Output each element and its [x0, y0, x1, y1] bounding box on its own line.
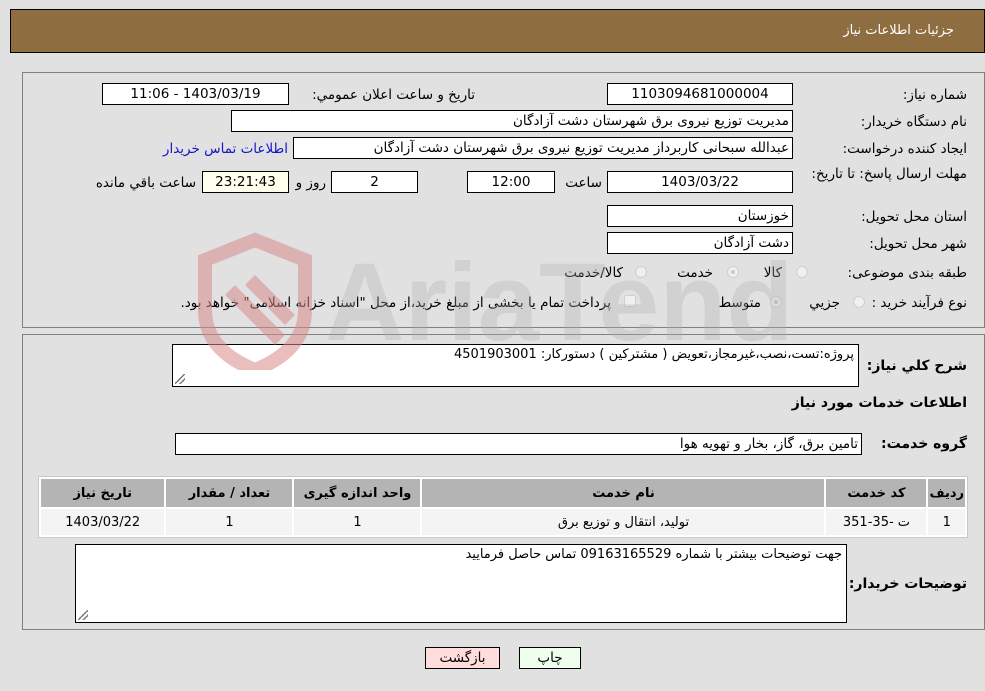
col-service-code: كد خدمت [826, 479, 927, 507]
back-button[interactable]: بازگشت [425, 647, 500, 669]
buyer-org-field: مديريت توزيع نيروی برق شهرستان دشت آزادگ… [231, 110, 793, 132]
creator-label: ايجاد کننده درخواست: [842, 141, 967, 157]
province-label: استان محل تحويل: [861, 209, 967, 225]
process-option-medium: متوسط [718, 295, 761, 311]
buyer-notes-label: توضيحات خريدار: [848, 576, 967, 592]
col-quantity: تعداد / مقدار [166, 479, 293, 507]
services-table: رديف كد خدمت نام خدمت واحد اندازه گيری ت… [38, 476, 968, 538]
category-label: طبقه بندی موضوعی: [847, 265, 967, 281]
print-button[interactable]: چاپ [519, 647, 581, 669]
creator-field: عبدالله سبحانی کاربرداز مديريت توزيع نير… [293, 137, 793, 159]
remaining-time-label: ساعت باقي مانده [95, 175, 196, 191]
services-heading: اطلاعات خدمات مورد نياز [791, 395, 967, 411]
treasury-checkbox[interactable] [624, 295, 636, 307]
col-service-name: نام خدمت [422, 479, 825, 507]
category-option-goods: کالا [763, 265, 782, 281]
city-field: دشت آزادگان [607, 232, 793, 254]
cell-service-name: توليد، انتقال و توزيع برق [422, 509, 825, 535]
remaining-time-field: 23:21:43 [202, 171, 289, 193]
announce-field: 1403/03/19 - 11:06 [102, 83, 289, 105]
service-group-field: تامين برق، گاز، بخار و تهويه هوا [175, 433, 862, 455]
process-label: نوع فرآيند خريد : [871, 295, 967, 311]
cell-quantity: 1 [166, 509, 293, 535]
buyer-contact-link[interactable]: اطلاعات تماس خريدار [163, 141, 288, 157]
announce-label: تاريخ و ساعت اعلان عمومي: [312, 87, 475, 103]
category-radio-service[interactable] [727, 266, 739, 278]
treasury-note: پرداخت تمام يا بخشی از مبلغ خريد،از محل … [180, 295, 611, 311]
category-option-goods-service: کالا/خدمت [564, 265, 623, 281]
need-number-label: شماره نیاز: [902, 87, 967, 103]
col-need-date: تاريخ نياز [41, 479, 165, 507]
page-header: جزئیات اطلاعات نیاز [10, 9, 985, 53]
cell-row-number: 1 [928, 509, 965, 535]
cell-unit: 1 [294, 509, 421, 535]
buyer-org-label: نام دستگاه خريدار: [860, 114, 967, 130]
process-option-minor: جزيي [809, 295, 840, 311]
cell-need-date: 1403/03/22 [41, 509, 165, 535]
deadline-time-field: 12:00 [467, 171, 555, 193]
resize-handle-icon[interactable] [175, 374, 185, 384]
days-label: روز و [295, 175, 326, 191]
service-group-label: گروه خدمت: [881, 436, 967, 452]
buyer-notes-textarea[interactable]: جهت توضيحات بيشتر با شماره 09163165529 ت… [75, 544, 847, 623]
deadline-label: مهلت ارسال پاسخ: تا تاريخ: [811, 166, 967, 182]
process-radio-medium[interactable] [770, 296, 782, 308]
deadline-time-label: ساعت [565, 175, 602, 191]
col-row-number: رديف [928, 479, 965, 507]
buyer-notes-text: جهت توضيحات بيشتر با شماره 09163165529 ت… [465, 547, 842, 562]
need-number-field: 1103094681000004 [607, 83, 793, 105]
deadline-date-field: 1403/03/22 [607, 171, 793, 193]
description-textarea[interactable]: پروژه:تست،نصب،غيرمجاز،تعويض ( مشتركين ) … [172, 344, 859, 387]
category-option-service: خدمت [677, 265, 713, 281]
process-radio-minor[interactable] [853, 296, 865, 308]
description-text: پروژه:تست،نصب،غيرمجاز،تعويض ( مشتركين ) … [454, 347, 854, 362]
page-title: جزئیات اطلاعات نیاز [843, 23, 954, 38]
category-radio-goods[interactable] [796, 266, 808, 278]
resize-handle-icon[interactable] [78, 610, 88, 620]
days-remaining-field: 2 [331, 171, 418, 193]
category-radio-goods-service[interactable] [635, 266, 647, 278]
city-label: شهر محل تحويل: [869, 236, 967, 252]
table-header-row: رديف كد خدمت نام خدمت واحد اندازه گيری ت… [41, 479, 965, 507]
table-row: 1 ت -35-351 توليد، انتقال و توزيع برق 1 … [41, 509, 965, 535]
cell-service-code: ت -35-351 [826, 509, 927, 535]
col-unit: واحد اندازه گيری [294, 479, 421, 507]
province-field: خوزستان [607, 205, 793, 227]
description-label: شرح كلي نياز: [866, 358, 967, 374]
